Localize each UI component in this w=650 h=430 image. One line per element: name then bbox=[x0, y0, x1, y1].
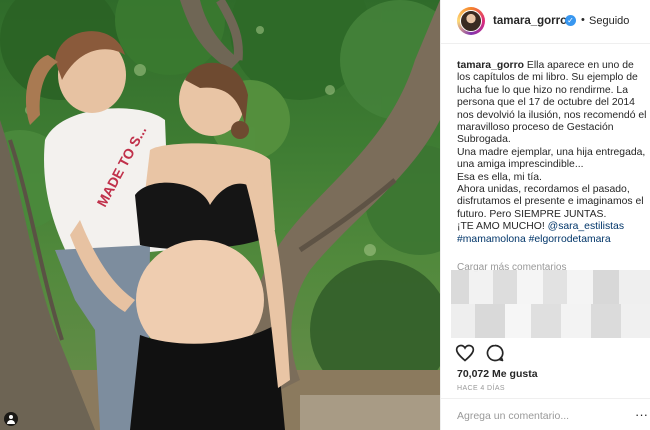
caption-text: Una madre ejemplar, una hija entregada, … bbox=[457, 146, 646, 171]
post-header: tamara_gorro ✓ • Seguido bbox=[441, 0, 650, 44]
following-button[interactable]: Seguido bbox=[589, 15, 629, 27]
verified-badge-icon: ✓ bbox=[565, 15, 576, 26]
mention-link[interactable]: @sara_estilistas bbox=[548, 221, 624, 232]
caption-text: Esa es ella, mi tía. bbox=[457, 171, 542, 183]
separator-dot: • bbox=[581, 14, 585, 26]
username-link[interactable]: tamara_gorro bbox=[493, 15, 567, 27]
caption-text: Ella aparece en uno de los capítulos de … bbox=[457, 60, 647, 146]
comment-bubble-icon[interactable] bbox=[485, 343, 505, 363]
more-options-icon[interactable]: ··· bbox=[635, 408, 648, 421]
comment-input[interactable] bbox=[457, 410, 627, 422]
caption-text: Ahora unidas, recordamos el pasado, disf… bbox=[457, 184, 644, 220]
hashtag-link[interactable]: #mamamolona bbox=[457, 234, 526, 245]
caption-username[interactable]: tamara_gorro bbox=[457, 60, 524, 71]
divider bbox=[441, 398, 650, 399]
post-photo[interactable]: MADE TO S... bbox=[0, 0, 440, 430]
photo-illustration: MADE TO S... bbox=[0, 0, 440, 430]
caption-text: ¡TE AMO MUCHO! bbox=[457, 221, 545, 233]
heart-icon[interactable] bbox=[455, 343, 475, 363]
user-tag-icon[interactable] bbox=[4, 412, 18, 426]
hashtag-link[interactable]: #elgorrodetamara bbox=[529, 234, 611, 245]
post-timestamp: HACE 4 DÍAS bbox=[457, 385, 505, 392]
like-count[interactable]: 70,072 Me gusta bbox=[457, 368, 538, 380]
blurred-comments bbox=[451, 270, 650, 338]
post-caption: tamara_gorro Ella aparece en uno de los … bbox=[457, 60, 647, 246]
avatar[interactable] bbox=[457, 7, 485, 35]
post-side-panel: tamara_gorro ✓ • Seguido tamara_gorro El… bbox=[440, 0, 650, 430]
